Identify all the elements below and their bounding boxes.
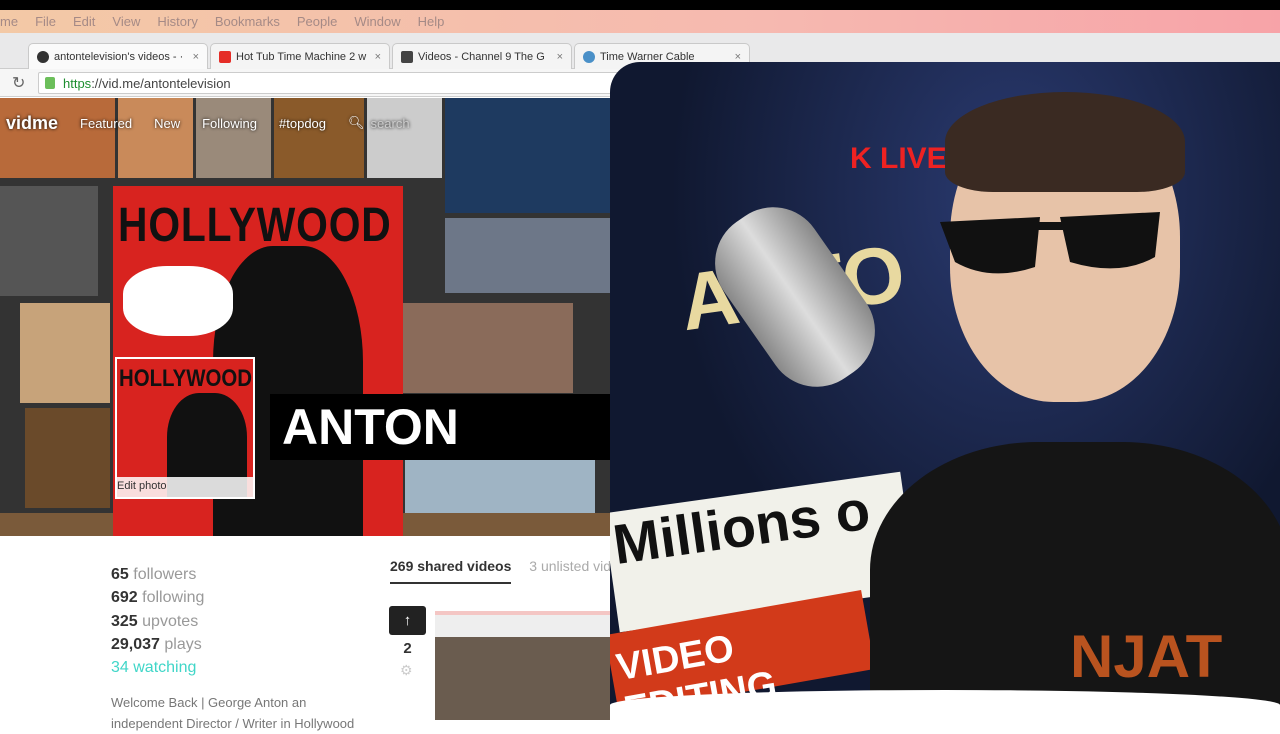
vidme-nav: vidme Featured New Following #topdog 🔍︎ … [0, 98, 440, 148]
bio-line: Welcome Back | George Anton an [111, 695, 307, 710]
menu-file[interactable]: File [35, 14, 56, 29]
menu-people[interactable]: People [297, 14, 337, 29]
poster-title: HOLLYWOOD [118, 199, 392, 252]
overlay-edge [610, 690, 1280, 720]
tab-channel9[interactable]: Videos - Channel 9 The G × [392, 43, 572, 69]
nav-new[interactable]: New [154, 116, 180, 131]
bio-line: independent Director / Writer in Hollywo… [111, 716, 355, 731]
stat-upvotes: 325 upvotes [111, 612, 199, 630]
reload-icon[interactable]: ↻ [12, 73, 25, 93]
url-rest: ://vid.me/antontelevision [91, 75, 231, 91]
avatar-title: HOLLYWOOD [119, 365, 252, 392]
menu-bookmarks[interactable]: Bookmarks [215, 14, 280, 29]
close-tab-icon[interactable]: × [193, 51, 199, 63]
top-black-bar [0, 0, 1280, 10]
close-tab-icon[interactable]: × [557, 51, 563, 63]
person: NJAT [870, 82, 1280, 720]
shirt-text: NJAT [1070, 623, 1223, 690]
video-thumbnail[interactable] [435, 607, 635, 720]
tab-label: Hot Tub Time Machine 2 w [236, 50, 367, 63]
upvote-button[interactable]: ↑ [389, 606, 426, 635]
nav-following[interactable]: Following [202, 116, 257, 131]
nav-topdog[interactable]: #topdog [279, 116, 326, 131]
stat-plays: 29,037 plays [111, 635, 202, 653]
nav-featured[interactable]: Featured [80, 116, 132, 131]
lock-icon [45, 77, 55, 89]
menu-window[interactable]: Window [354, 14, 400, 29]
close-tab-icon[interactable]: × [375, 51, 381, 63]
vidme-favicon-icon [37, 50, 49, 63]
tab-label: Videos - Channel 9 The G [418, 50, 545, 63]
search-icon[interactable]: 🔍︎ [348, 115, 365, 131]
tab-unlisted-videos[interactable]: 3 unlisted vid [529, 558, 611, 574]
tab-label: Time Warner Cable [600, 50, 695, 63]
video-tabs: 269 shared videos 3 unlisted vid [390, 558, 611, 584]
tab-hot-tub[interactable]: Hot Tub Time Machine 2 w × [210, 43, 390, 69]
vidme-logo[interactable]: vidme [6, 113, 58, 134]
tab-label: antontelevision's videos - · [54, 50, 184, 63]
tab-shared-videos[interactable]: 269 shared videos [390, 558, 512, 584]
stat-followers[interactable]: 65 followers [111, 563, 204, 586]
twc-favicon-icon [583, 50, 595, 63]
stat-following[interactable]: 692 following [111, 586, 204, 609]
channel9-favicon-icon [401, 50, 413, 63]
menu-view[interactable]: View [112, 14, 140, 29]
menu-app[interactable]: me [0, 14, 18, 29]
url-scheme: https [63, 75, 92, 91]
menu-history[interactable]: History [157, 14, 197, 29]
sunglasses-icon [940, 212, 1160, 274]
tab-antontelevision[interactable]: antontelevision's videos - · × [28, 43, 208, 69]
webcam-overlay: K LIVE ANTO Millions o VIDEO EDITING NJA… [610, 62, 1280, 720]
menu-help[interactable]: Help [418, 14, 445, 29]
edit-photo-button[interactable]: Edit photo [117, 477, 253, 497]
hair [945, 92, 1185, 192]
youtube-favicon-icon [219, 50, 231, 63]
menu-bar: me File Edit View History Bookmarks Peop… [0, 10, 1280, 33]
gear-icon[interactable]: ⚙ [400, 662, 413, 679]
profile-name: ANTON [270, 394, 610, 460]
close-tab-icon[interactable]: × [735, 51, 741, 63]
profile-stats: 65 followers 692 following 325 upvotes 2… [111, 563, 204, 679]
profile-bio: Welcome Back | George Anton an independe… [111, 692, 354, 734]
search-input[interactable]: search [371, 116, 410, 131]
avatar[interactable]: HOLLYWOOD Edit photo [115, 357, 255, 499]
vote-count: 2 [403, 640, 412, 657]
stat-watching: 34 watching [111, 659, 197, 677]
menu-edit[interactable]: Edit [73, 14, 95, 29]
